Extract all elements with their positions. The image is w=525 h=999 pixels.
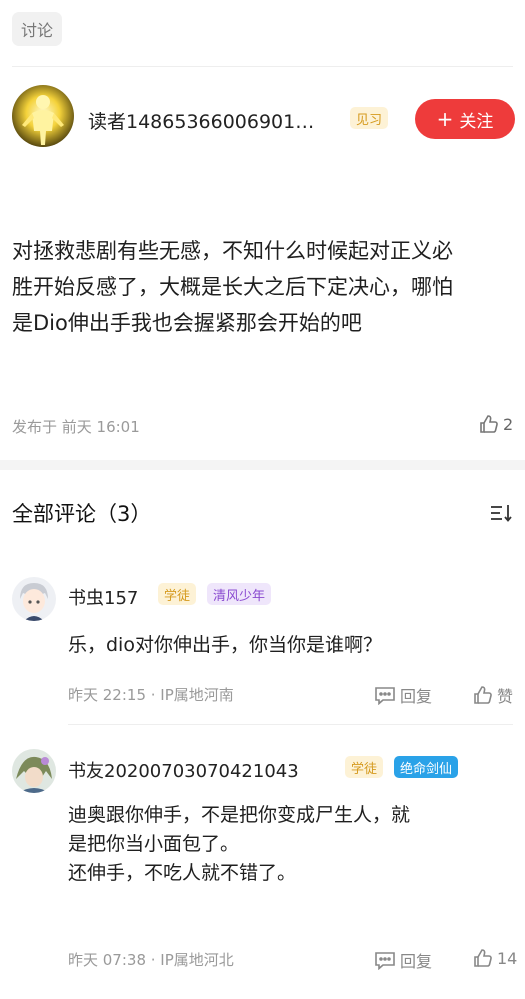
reply-button[interactable]: 回复 bbox=[374, 948, 432, 972]
plus-icon: + bbox=[436, 107, 454, 131]
comment-like-button[interactable]: 14 bbox=[473, 948, 517, 968]
follow-label: 关注 bbox=[459, 111, 494, 132]
post-like-button[interactable]: 2 bbox=[479, 414, 513, 434]
author-avatar[interactable] bbox=[12, 85, 74, 147]
commenter-name[interactable]: 书虫157 bbox=[68, 584, 138, 610]
post-published-time: 发布于 前天 16:01 bbox=[12, 418, 140, 436]
comment-text: 乐，dio对你伸出手，你当你是谁啊？ bbox=[68, 631, 382, 660]
thumbs-up-icon bbox=[480, 415, 498, 433]
comment-line: 乐，dio对你伸出手，你当你是谁啊？ bbox=[68, 634, 382, 656]
commenter-title-badge: 清风少年 bbox=[207, 583, 272, 605]
post-line: 是Dio伸出手我也会握紧那会开始的吧 bbox=[12, 311, 362, 335]
post-content: 对拯救悲剧有些无感，不知什么时候起对正义必 胜开始反感了，大概是长大之后下定决心… bbox=[12, 233, 517, 341]
commenter-level-badge: 学徒 bbox=[345, 756, 384, 778]
commenter-avatar[interactable] bbox=[12, 749, 56, 793]
post-line: 胜开始反感了，大概是长大之后下定决心，哪怕 bbox=[12, 275, 453, 299]
follow-button[interactable]: + 关注 bbox=[415, 99, 515, 139]
comment-icon bbox=[375, 687, 395, 705]
post-like-count: 2 bbox=[503, 414, 514, 434]
comment-time: 昨天 22:15 · IP属地河南 bbox=[68, 686, 234, 704]
comment-line: 迪奥跟你伸手，不是把你变成尸生人，就 bbox=[68, 804, 411, 826]
post-line: 对拯救悲剧有些无感，不知什么时候起对正义必 bbox=[12, 239, 453, 263]
comment-like-button[interactable]: 赞 bbox=[473, 683, 513, 707]
comment-like-label: 赞 bbox=[497, 687, 514, 706]
commenter-avatar[interactable] bbox=[12, 577, 56, 621]
commenter-title-badge: 绝命剑仙 bbox=[394, 756, 459, 778]
reply-button[interactable]: 回复 bbox=[374, 683, 432, 707]
section-separator bbox=[0, 460, 525, 470]
reply-label: 回复 bbox=[400, 687, 433, 706]
header-divider bbox=[12, 66, 513, 67]
comment-line: 是把你当小面包了。 bbox=[68, 833, 240, 855]
comment-line: 还伸手，不吃人就不错了。 bbox=[68, 862, 297, 884]
author-level-badge: 见习 bbox=[350, 107, 389, 129]
thumbs-up-icon bbox=[474, 949, 492, 967]
comment-time: 昨天 07:38 · IP属地河北 bbox=[68, 951, 234, 969]
comment-text: 迪奥跟你伸手，不是把你变成尸生人，就 是把你当小面包了。 还伸手，不吃人就不错了… bbox=[68, 801, 508, 888]
commenter-level-badge: 学徒 bbox=[158, 583, 197, 605]
reply-label: 回复 bbox=[400, 952, 433, 971]
commenter-name[interactable]: 书友20200703070421043 bbox=[68, 757, 299, 783]
author-name[interactable]: 读者14865366006901… bbox=[88, 107, 314, 134]
comment-icon bbox=[375, 952, 395, 970]
sort-list-icon[interactable] bbox=[489, 503, 513, 527]
thumbs-up-icon bbox=[474, 686, 492, 704]
comment-like-label: 14 bbox=[497, 948, 518, 968]
topic-tag[interactable]: 讨论 bbox=[12, 12, 62, 46]
comments-title: 全部评论（3） bbox=[12, 502, 152, 526]
comment-divider bbox=[68, 724, 513, 725]
